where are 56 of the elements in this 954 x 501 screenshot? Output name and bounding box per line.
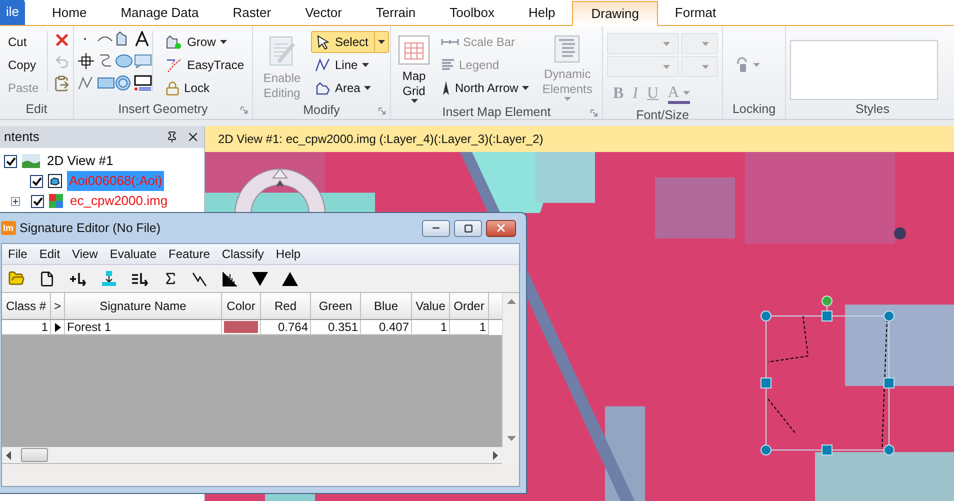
table-cell-text: 0.351	[328, 319, 358, 336]
group-label: Font/Size	[636, 107, 689, 119]
ribbon-tab[interactable]: Vector	[288, 0, 359, 25]
group-label: Insert Map Element	[442, 104, 551, 119]
view-title-bar: 2D View #1: ec_cpw2000.img (:Layer_4)(:Layer_3)(:Layer_2)	[205, 126, 954, 152]
table-cell-text: 0.407	[378, 319, 409, 336]
table-cell-text: Forest 1	[67, 319, 112, 336]
group-label: Locking	[732, 100, 776, 118]
ribbon-tab[interactable]: Raster	[216, 0, 288, 25]
menu-item[interactable]: Help	[270, 245, 307, 263]
ribbon-tab[interactable]: Terrain	[358, 0, 433, 25]
table-cell-text: 1	[440, 319, 447, 336]
column-header[interactable]: Order	[450, 293, 489, 319]
table-cell-text: 1	[479, 319, 486, 336]
column-header[interactable]: Blue	[361, 293, 412, 319]
column-header[interactable]: Class #	[2, 293, 51, 319]
ribbon-tab[interactable]: Format	[658, 0, 734, 25]
menu-item[interactable]: Edit	[33, 245, 66, 263]
column-header[interactable]: Signature Name	[65, 293, 222, 319]
ribbon-tab[interactable]: Manage Data	[104, 0, 216, 25]
column-header[interactable]: >	[51, 293, 65, 319]
table-cell-text: 0.764	[278, 319, 308, 336]
ribbon-large-button[interactable]: Map Grid	[395, 31, 433, 103]
table-cell-text: 1	[41, 319, 48, 336]
menu-item[interactable]: Classify	[216, 245, 270, 263]
ribbon-tab[interactable]: Home	[35, 0, 104, 25]
ribbon-tab[interactable]: Help	[511, 0, 572, 25]
app-badge: Im	[1, 221, 16, 235]
panel-title: ntents	[4, 128, 40, 146]
ribbon-button[interactable]: North Arrow	[437, 77, 534, 99]
group-label: Edit	[26, 100, 48, 118]
group-label: Insert Geometry	[118, 100, 208, 118]
ribbon-button[interactable]: Select	[311, 31, 390, 53]
ribbon-button[interactable]: EasyTrace	[161, 54, 248, 76]
column-header[interactable]: Green	[311, 293, 361, 319]
menu-item[interactable]: View	[66, 245, 104, 263]
column-header[interactable]: Red	[261, 293, 311, 319]
ribbon-tab[interactable]: Drawing	[572, 1, 658, 26]
ribbon-button[interactable]: Line	[311, 54, 390, 76]
menu-item[interactable]: Feature	[162, 245, 216, 263]
layer-name[interactable]: 2D View #1	[45, 151, 116, 171]
file-tab[interactable]: ile	[0, 0, 26, 25]
ribbon-tab[interactable]: Toolbox	[432, 0, 512, 25]
window-title: Signature Editor (No File)	[20, 220, 161, 237]
column-header[interactable]: Color	[222, 293, 261, 319]
ribbon-button[interactable]: Lock	[161, 77, 248, 99]
ribbon-button[interactable]: Copy	[0, 54, 43, 76]
ribbon-button[interactable]: Area	[311, 77, 390, 99]
group-label: Modify	[303, 102, 340, 119]
ribbon-button[interactable]: Cut	[0, 31, 43, 53]
ribbon-button[interactable]: Grow	[161, 31, 248, 53]
menu-item[interactable]: File	[2, 245, 34, 263]
menu-item[interactable]: Evaluate	[104, 245, 163, 263]
layer-name[interactable]: ec_cpw2000.img	[68, 191, 170, 211]
group-label: Styles	[855, 101, 890, 118]
column-header[interactable]: Value	[412, 293, 450, 319]
